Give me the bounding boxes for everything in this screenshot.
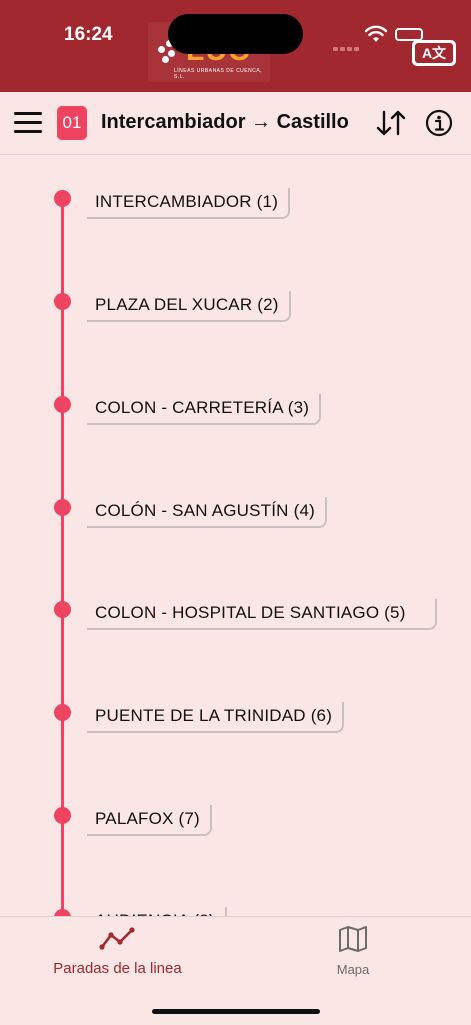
status-bar: 16:24 LUC LÍNEAS URBANAS DE CUENCA, S.L.… [0,0,471,92]
line-chart-icon [98,927,135,950]
swap-direction-icon[interactable] [375,108,407,138]
tab-stops-label: Paradas de la linea [53,960,182,977]
stop-dot-icon [54,704,71,721]
status-time: 16:24 [64,24,113,45]
stop-dot-icon [54,293,71,310]
tab-map[interactable]: Mapa [310,925,396,977]
cellular-signal-icon [333,38,361,56]
stop-dot-icon [54,499,71,516]
translate-label: A文 [415,43,453,63]
map-icon [339,926,367,952]
stop-dot-icon [54,396,71,413]
page-title: Intercambiador → Castillo [101,111,349,133]
dynamic-island [168,14,303,54]
stop-dot-icon [54,909,71,916]
hamburger-menu-icon[interactable] [14,112,42,134]
tab-stops[interactable]: Paradas de la linea [30,925,205,977]
stop-button[interactable]: PUENTE DE LA TRINIDAD (6) [87,702,345,733]
stop-button[interactable]: COLON - HOSPITAL DE SANTIAGO (5) [87,599,437,630]
stop-button[interactable]: PLAZA DEL XUCAR (2) [87,291,291,322]
wifi-icon [364,25,388,42]
stops-list[interactable]: INTERCAMBIADOR (1) PLAZA DEL XUCAR (2) C… [0,156,471,916]
tab-map-label: Mapa [336,962,370,977]
line-number-badge: 01 [57,106,87,140]
stop-button[interactable]: INTERCAMBIADOR (1) [87,188,291,219]
stop-dot-icon [54,190,71,207]
translate-icon[interactable]: A文 [412,40,456,66]
stop-button[interactable]: PALAFOX (7) [87,805,212,836]
stop-button[interactable]: COLÓN - SAN AGUSTÍN (4) [87,497,327,528]
stop-dot-icon [54,807,71,824]
stop-button[interactable]: AUDIENCIA (8) [87,907,227,916]
home-indicator [152,1009,320,1014]
stop-dot-icon [54,601,71,618]
stop-button[interactable]: COLON - CARRETERÍA (3) [87,394,322,425]
brand-logo-subtext: LÍNEAS URBANAS DE CUENCA, S.L. [174,68,263,80]
info-icon[interactable] [425,109,453,137]
